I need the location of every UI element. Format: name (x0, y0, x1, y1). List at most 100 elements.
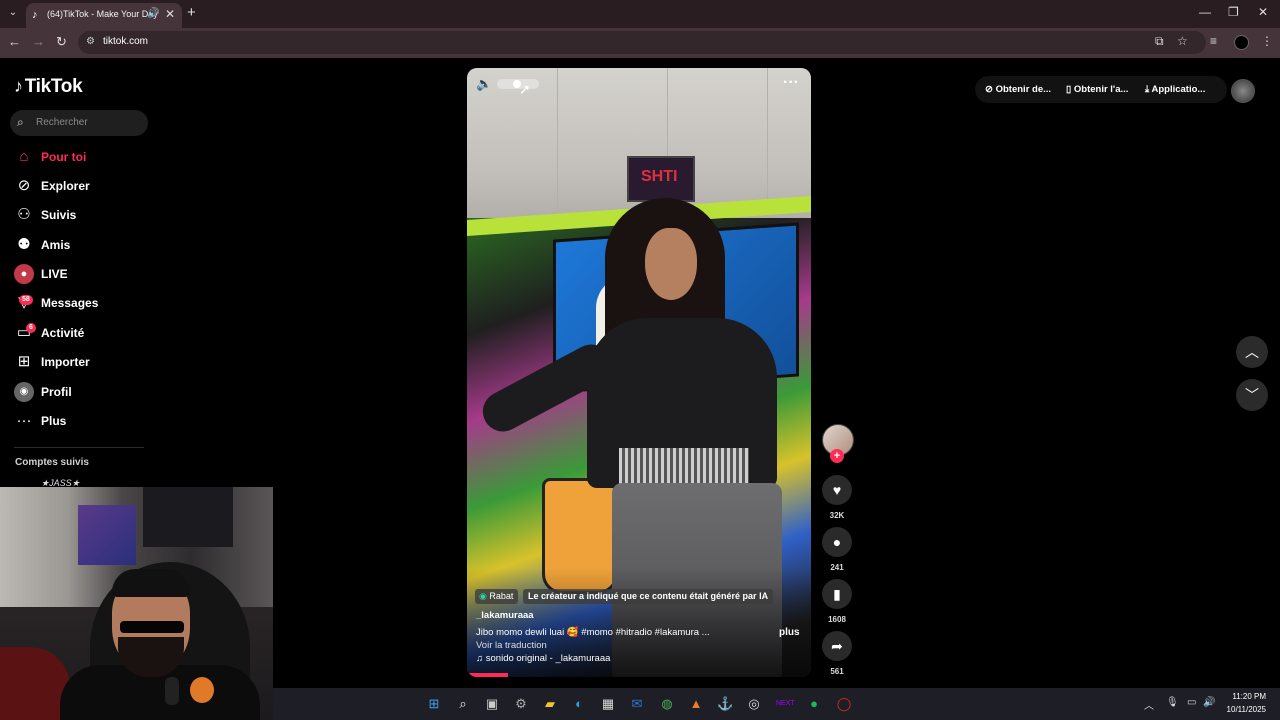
like-count: 32K (829, 511, 845, 520)
volume-tray-icon[interactable]: 🔊 (1203, 697, 1215, 708)
nav-item-activite[interactable]: ▭ 6 Activité (14, 323, 154, 345)
install-app-icon[interactable]: ⧉ (1155, 34, 1164, 49)
see-translation-link[interactable]: Voir la traduction (476, 640, 547, 651)
tiktok-logo[interactable]: ♪ TikTok (14, 76, 83, 98)
location-label: Rabat (489, 591, 514, 601)
chevron-up-icon: ︿ (1245, 344, 1259, 360)
next-video-button[interactable]: ﹀ (1236, 379, 1268, 411)
app-icon[interactable]: ▲ (688, 696, 704, 712)
kick-icon[interactable]: NEXT (776, 696, 795, 712)
reload-icon[interactable]: ↻ (56, 34, 67, 50)
taskbar-time[interactable]: 11:20 PM (1224, 692, 1266, 701)
video-sound[interactable]: ♫ sonido original - _lakamuraaa (476, 653, 610, 664)
file-explorer-icon[interactable]: ▰ (542, 696, 558, 712)
back-icon[interactable]: ← (8, 34, 21, 49)
nav-item-amis[interactable]: ⚉ Amis (14, 235, 154, 257)
tab-close-icon[interactable]: ✕ (165, 7, 175, 21)
video-author[interactable]: _lakamuraaa (476, 610, 534, 621)
nav-item-plus[interactable]: ··· Plus (14, 411, 154, 433)
obs-icon[interactable]: ◎ (746, 696, 762, 712)
spotify-icon[interactable]: ● (806, 696, 822, 712)
new-tab-button[interactable]: + (187, 4, 196, 21)
nav-label: Messages (41, 296, 99, 310)
caption-more-link[interactable]: plus (779, 627, 800, 638)
nav-label: Plus (41, 414, 67, 428)
opera-gx-icon[interactable]: ◯ (836, 696, 852, 712)
tray-overflow-icon[interactable]: ︿ (1144, 697, 1154, 712)
like-button[interactable]: ♥ (822, 475, 852, 505)
task-view-icon[interactable]: ▣ (484, 696, 500, 712)
tab-search-icon[interactable]: ⌄ (6, 6, 20, 20)
nav-label: Amis (41, 238, 71, 252)
browser-menu-icon[interactable]: ⋮ (1261, 34, 1273, 48)
webcam-overlay (0, 487, 273, 720)
forward-icon[interactable]: → (32, 34, 45, 49)
compass-icon: ⊘ (17, 177, 31, 194)
follow-plus-icon[interactable]: + (830, 449, 844, 463)
previous-video-button[interactable]: ︿ (1236, 336, 1268, 368)
bookmark-star-icon[interactable]: ☆ (1177, 34, 1188, 48)
mouse-cursor-icon: ➚ (519, 81, 531, 97)
video-progress-bar[interactable] (467, 673, 509, 677)
share-button[interactable]: ➦ (822, 631, 852, 661)
nav-item-explorer[interactable]: ⊘ Explorer (14, 176, 154, 198)
browser-tab[interactable]: ♪ (64)TikTok - Make Your Day 🔊 ✕ (26, 3, 182, 28)
nav-item-pour-toi[interactable]: ⌂ Pour toi (14, 147, 154, 169)
activity-badge: 6 (26, 323, 36, 333)
tab-title: (64)TikTok - Make Your Day (47, 9, 158, 19)
address-url: tiktok.com (103, 36, 149, 47)
tab-audio-icon[interactable]: 🔊 (147, 8, 159, 19)
save-button[interactable]: ▮ (822, 579, 852, 609)
tiktok-favicon-icon: ♪ (32, 9, 38, 21)
search-placeholder: Rechercher (36, 117, 88, 128)
get-app-chip[interactable]: ▯ Obtenir l'a... (1066, 84, 1128, 95)
video-woman-face (645, 228, 697, 300)
video-player[interactable]: SHTI 🔈 ➚ ··· ◉ Rabat Le créateur a indiq… (467, 68, 811, 677)
taskbar-search-icon[interactable]: ⌕ (455, 696, 471, 712)
music-note-icon: ♫ (476, 653, 486, 664)
tiktok-note-icon: ♪ (14, 76, 23, 96)
save-count: 1608 (828, 615, 846, 624)
live-icon: ● (14, 264, 34, 284)
share-count: 561 (830, 667, 844, 676)
nav-item-messages[interactable]: ▽ 58 Messages (14, 293, 154, 315)
user-avatar[interactable] (1231, 79, 1255, 103)
comment-count: 241 (830, 563, 844, 572)
nav-item-suivis[interactable]: ⚇ Suivis (14, 205, 154, 227)
webcam-sunglasses (120, 621, 184, 633)
site-info-icon[interactable]: ⚙ (86, 36, 95, 47)
profile-icon[interactable] (1234, 35, 1249, 50)
location-chip[interactable]: ◉ Rabat (475, 589, 519, 604)
taskbar-date[interactable]: 10/11/2025 (1224, 705, 1266, 714)
volume-icon[interactable]: 🔈 (476, 76, 492, 92)
webcam-poster (143, 487, 233, 547)
chrome-icon[interactable]: ◍ (659, 696, 675, 712)
edge-icon[interactable]: ◐ (571, 696, 587, 712)
comment-button[interactable]: ● (822, 527, 852, 557)
video-wall-sign: SHTI (627, 156, 695, 202)
windows-start-icon[interactable]: ⊞ (426, 696, 442, 712)
restore-icon[interactable]: ❐ (1228, 5, 1239, 19)
address-bar[interactable]: ⚙ tiktok.com (78, 31, 1206, 54)
nav-item-live[interactable]: ● LIVE (14, 264, 154, 286)
get-coins-chip[interactable]: ⊘ Obtenir de... (985, 84, 1051, 95)
nav-item-importer[interactable]: ⊞ Importer (14, 352, 154, 374)
outlook-icon[interactable]: ✉ (629, 696, 645, 712)
window-close-icon[interactable]: ✕ (1258, 5, 1268, 19)
minimize-icon[interactable]: — (1199, 5, 1211, 19)
search-input[interactable]: ⌕ Rechercher (10, 110, 148, 136)
phone-icon: ▯ (1066, 84, 1074, 95)
steam-icon[interactable]: ⚓ (717, 696, 733, 712)
bookmark-icon: ▮ (833, 586, 841, 602)
settings-icon[interactable]: ⚙ (513, 696, 529, 712)
home-icon: ⌂ (19, 148, 29, 165)
ceiling-line (767, 68, 768, 243)
store-icon[interactable]: ▦ (600, 696, 616, 712)
microphone-icon[interactable]: 🎙 (1166, 697, 1179, 708)
desktop-app-chip[interactable]: ⤓ Applicatio... (1145, 84, 1205, 95)
media-controls-icon[interactable]: ≡ (1210, 34, 1217, 48)
network-icon[interactable]: ▭ (1187, 697, 1196, 708)
browser-toolbar: ← → ↻ ⚙ tiktok.com ⧉ ☆ ≡ ⋮ (0, 28, 1280, 58)
nav-item-profil[interactable]: ◉ Profil (14, 382, 154, 404)
video-more-icon[interactable]: ··· (783, 74, 799, 92)
